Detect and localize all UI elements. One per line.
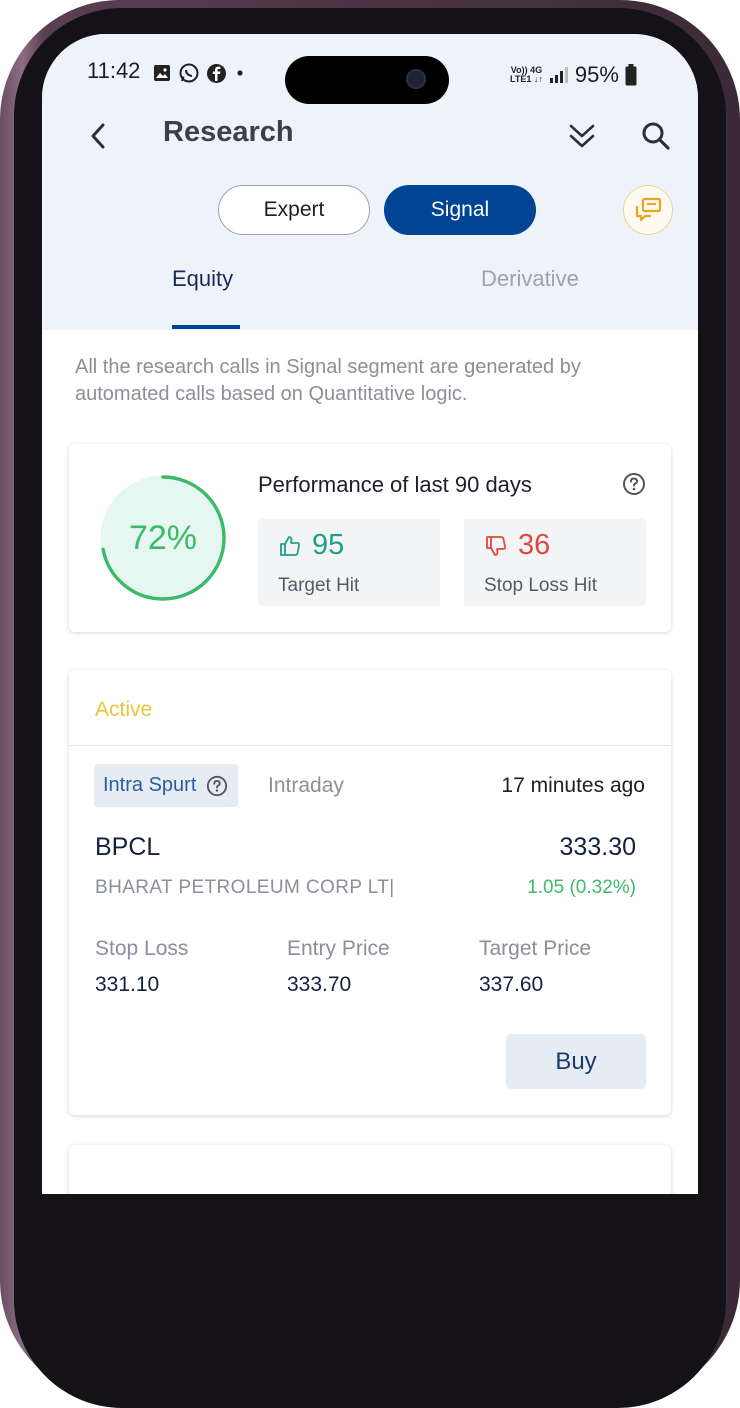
app-header: Research bbox=[42, 110, 698, 170]
status-bar: 11:42 Vo)) 4G LTE1 ↓↑ 95% bbox=[42, 34, 698, 114]
stop-loss-hit-value-row: 36 bbox=[484, 529, 550, 562]
performance-title: Performance of last 90 days bbox=[258, 472, 532, 497]
more-dot-icon bbox=[237, 70, 243, 76]
page-title: Research bbox=[163, 116, 294, 148]
status-time: 11:42 bbox=[87, 58, 141, 83]
whatsapp-icon bbox=[179, 63, 199, 83]
signal-disclaimer: All the research calls in Signal segment… bbox=[75, 356, 581, 405]
stock-symbol: BPCL bbox=[95, 833, 161, 861]
signal-strength-icon bbox=[549, 67, 568, 83]
strategy-name: Intra Spurt bbox=[103, 774, 197, 796]
price-change: 1.05 (0.32%) bbox=[527, 877, 636, 898]
chat-button[interactable] bbox=[623, 185, 673, 235]
app-screen: 11:42 Vo)) 4G LTE1 ↓↑ 95% Research Exper… bbox=[42, 34, 698, 1194]
help-icon bbox=[207, 775, 228, 796]
tab-derivative[interactable]: Derivative bbox=[481, 266, 579, 292]
stop-loss-hit-stat: 36 Stop Loss Hit bbox=[464, 519, 646, 606]
double-chevron-down-icon bbox=[569, 124, 595, 148]
stop-loss-value: 331.10 bbox=[95, 973, 160, 996]
notification-icons bbox=[152, 62, 247, 84]
thumbs-down-icon bbox=[486, 535, 506, 556]
target-hit-value: 95 bbox=[312, 529, 345, 561]
help-icon[interactable] bbox=[622, 472, 646, 496]
stock-price: 333.30 bbox=[559, 833, 636, 861]
next-signal-card[interactable] bbox=[69, 1145, 671, 1194]
strategy-chip[interactable]: Intra Spurt bbox=[94, 764, 239, 807]
target-hit-label: Target Hit bbox=[278, 575, 360, 596]
stop-loss-label: Stop Loss bbox=[95, 937, 189, 960]
call-time-ago: 17 minutes ago bbox=[501, 774, 645, 797]
stop-loss-hit-value: 36 bbox=[518, 529, 551, 561]
buy-button[interactable]: Buy bbox=[506, 1034, 646, 1089]
active-tab-indicator bbox=[172, 325, 240, 329]
target-hit-value-row: 95 bbox=[278, 529, 344, 562]
target-price-value: 337.60 bbox=[479, 973, 544, 996]
camera-cutout bbox=[285, 56, 449, 104]
accuracy-percent: 72% bbox=[128, 518, 198, 557]
signal-call-card[interactable]: Active Intra Spurt Intraday 17 minutes a… bbox=[69, 670, 671, 1115]
call-status: Active bbox=[95, 698, 153, 721]
network-status: Vo)) 4G LTE1 ↓↑ 95% bbox=[510, 62, 637, 88]
facebook-icon bbox=[207, 63, 226, 83]
performance-card: 72% Performance of last 90 days 95 Targe… bbox=[69, 444, 671, 632]
back-arrow-icon bbox=[91, 123, 105, 149]
battery-percent: 95% bbox=[574, 62, 619, 87]
call-type: Intraday bbox=[268, 774, 344, 797]
entry-price-label: Entry Price bbox=[287, 937, 390, 960]
target-price-label: Target Price bbox=[479, 937, 592, 960]
entry-price-value: 333.70 bbox=[287, 973, 352, 996]
stop-loss-hit-label: Stop Loss Hit bbox=[484, 575, 597, 596]
camera-lens bbox=[406, 69, 426, 89]
signal-toggle[interactable]: Signal bbox=[384, 185, 536, 235]
thumbs-up-icon bbox=[280, 535, 300, 556]
card-divider bbox=[69, 745, 671, 746]
lte-indicator: Vo)) 4G LTE1 ↓↑ bbox=[510, 66, 543, 84]
battery-icon bbox=[625, 64, 637, 86]
expert-toggle[interactable]: Expert bbox=[218, 185, 370, 235]
chat-bubbles-icon bbox=[635, 197, 662, 222]
search-icon bbox=[642, 122, 670, 150]
collapse-button[interactable] bbox=[560, 114, 604, 158]
company-name: BHARAT PETROLEUM CORP LT| bbox=[95, 877, 395, 898]
back-button[interactable] bbox=[78, 114, 118, 158]
lte-bottom-text: LTE1 ↓↑ bbox=[510, 74, 543, 84]
gallery-icon bbox=[154, 65, 170, 81]
tab-equity[interactable]: Equity bbox=[172, 266, 233, 292]
target-hit-stat: 95 Target Hit bbox=[258, 519, 440, 606]
search-button[interactable] bbox=[634, 114, 678, 158]
